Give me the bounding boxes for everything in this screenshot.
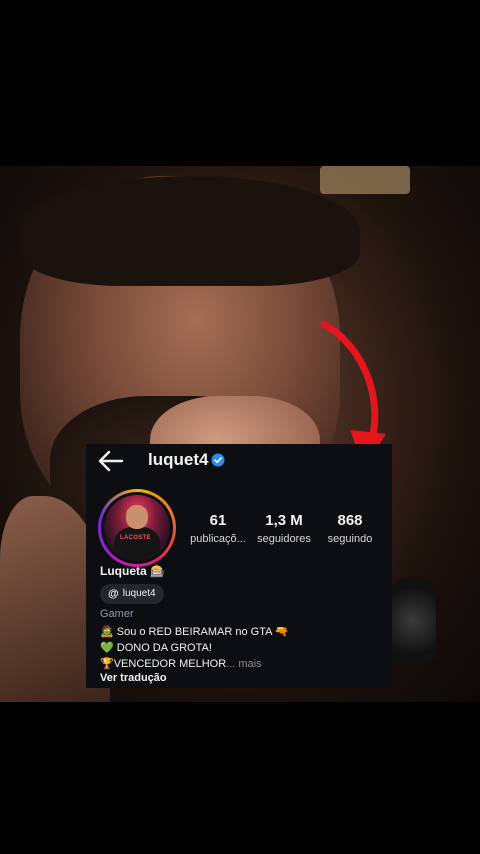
threads-badge[interactable]: @ luquet4 bbox=[100, 584, 164, 604]
profile-card: luquet4 LACOSTE 61 publicaçõ... 1,3 M se… bbox=[86, 444, 392, 688]
stat-posts[interactable]: 61 publicaçõ... bbox=[186, 512, 250, 547]
background-light bbox=[320, 166, 410, 194]
threads-icon: @ bbox=[108, 588, 119, 600]
profile-display-name: Luqueta 🎰 bbox=[100, 564, 165, 578]
threads-handle: luquet4 bbox=[122, 588, 156, 599]
bio-line: 🧟 Sou o RED BEIRAMAR no GTA 🔫 bbox=[100, 626, 289, 638]
wristwatch bbox=[390, 578, 436, 664]
person-hair bbox=[20, 176, 360, 286]
stat-posts-label: publicaçõ... bbox=[190, 533, 246, 545]
profile-category: Gamer bbox=[100, 608, 134, 620]
bio-line: 💚 DONO DA GROTA! bbox=[100, 642, 212, 654]
stat-followers-value: 1,3 M bbox=[265, 512, 303, 529]
stat-following[interactable]: 868 seguindo bbox=[318, 512, 382, 547]
stat-posts-value: 61 bbox=[209, 512, 227, 529]
profile-bio: 🧟 Sou o RED BEIRAMAR no GTA 🔫 💚 DONO DA … bbox=[100, 624, 390, 672]
see-translation-link[interactable]: Ver tradução bbox=[100, 672, 167, 684]
avatar-image: LACOSTE bbox=[104, 495, 170, 561]
profile-username: luquet4 bbox=[148, 450, 209, 469]
stat-followers-label: seguidores bbox=[257, 533, 311, 545]
stat-following-label: seguindo bbox=[327, 533, 373, 545]
back-arrow-icon[interactable] bbox=[96, 448, 126, 474]
profile-header: luquet4 bbox=[86, 444, 392, 478]
profile-avatar[interactable]: LACOSTE bbox=[98, 489, 176, 567]
bio-more-link[interactable]: ... mais bbox=[226, 658, 261, 670]
verified-badge-icon bbox=[211, 453, 225, 467]
stat-following-value: 868 bbox=[337, 512, 363, 529]
stat-followers[interactable]: 1,3 M seguidores bbox=[252, 512, 316, 547]
bio-line-last: 🏆VENCEDOR MELHOR... mais bbox=[100, 658, 262, 670]
avatar-shirt-text: LACOSTE bbox=[120, 535, 151, 541]
